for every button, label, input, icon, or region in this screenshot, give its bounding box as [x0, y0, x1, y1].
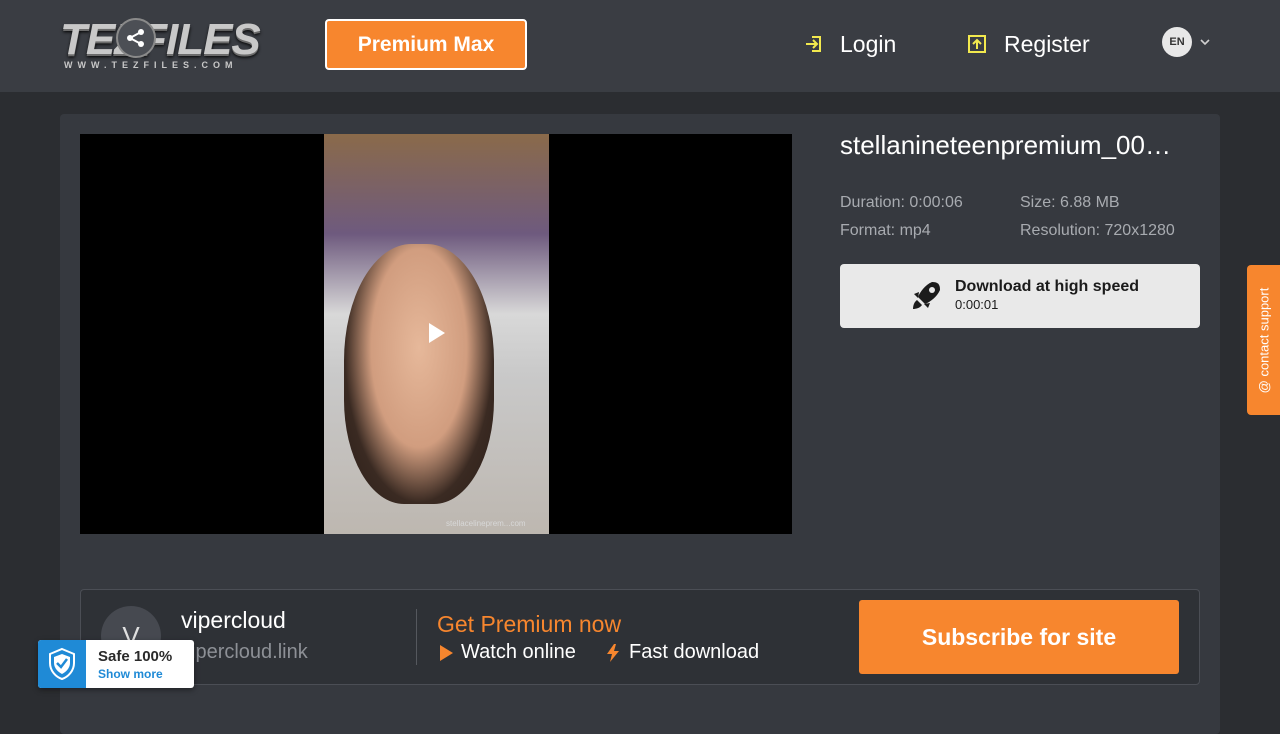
tezfiles-logo[interactable]: TEZFILES WWW.TEZFILES.COM [60, 14, 261, 74]
download-timer: 0:00:01 [955, 297, 999, 312]
rocket-icon [913, 282, 940, 309]
file-format: Format: mp4 [840, 222, 931, 239]
site-header: TEZFILES WWW.TEZFILES.COM Premium Max Lo… [0, 0, 1280, 92]
lightning-icon [607, 643, 619, 662]
feature-watch-online: Watch online [440, 641, 576, 664]
register-label: Register [1004, 30, 1090, 57]
divider [416, 609, 417, 665]
download-text: Download at high speed 0:00:01 [955, 278, 1139, 312]
language-code: EN [1162, 27, 1192, 57]
register-icon [968, 35, 986, 53]
file-resolution: Resolution: 720x1280 [1020, 222, 1175, 239]
file-size: Size: 6.88 MB [1020, 194, 1120, 211]
video-preview-image [344, 244, 494, 504]
logo-wordmark: TEZFILES [60, 15, 261, 64]
contact-support-tab[interactable]: @ contact support [1247, 265, 1280, 415]
contact-support-label: @ contact support [1256, 287, 1272, 393]
login-label: Login [840, 30, 897, 57]
uploader-name[interactable]: vipercloud [181, 607, 286, 634]
download-label: Download at high speed [955, 278, 1140, 295]
share-icon [116, 18, 156, 58]
logo-url: WWW.TEZFILES.COM [64, 60, 238, 70]
shield-check-icon [38, 640, 86, 688]
file-duration: Duration: 0:00:06 [840, 194, 963, 211]
feature-fast-download: Fast download [605, 641, 759, 664]
language-selector[interactable]: EN [1162, 27, 1210, 57]
login-icon [806, 36, 821, 52]
play-icon[interactable] [429, 323, 445, 343]
chevron-down-icon [1200, 39, 1210, 46]
file-title: stellanineteenpremium_00… [840, 130, 1171, 160]
feature-fast-label: Fast download [629, 641, 760, 663]
video-watermark: stellacelineprem...com [446, 519, 526, 528]
register-link[interactable]: Register [966, 24, 1090, 64]
uploader-site[interactable]: vipercloud.link [181, 641, 308, 664]
feature-watch-label: Watch online [461, 641, 576, 663]
safe-badge-title: Safe 100% [98, 648, 173, 665]
video-player[interactable]: stellacelineprem...com [80, 134, 792, 534]
safe-badge-show-more[interactable]: Show more [98, 667, 163, 681]
get-premium-heading: Get Premium now [437, 611, 622, 637]
login-link[interactable]: Login [804, 24, 896, 64]
safe-badge[interactable]: Safe 100% Show more [38, 640, 194, 688]
premium-max-button[interactable]: Premium Max [325, 19, 527, 70]
download-high-speed-button[interactable]: Download at high speed 0:00:01 [840, 264, 1200, 328]
subscribe-for-site-button[interactable]: Subscribe for site [859, 600, 1179, 674]
play-triangle-icon [440, 644, 453, 661]
